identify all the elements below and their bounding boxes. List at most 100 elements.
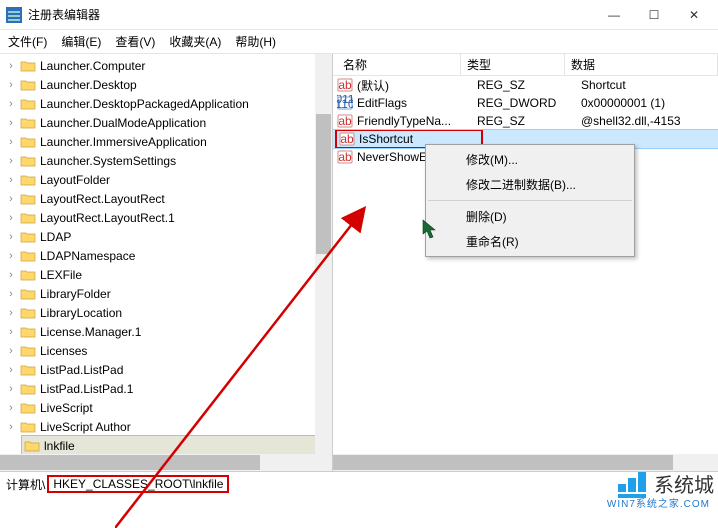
tree-item-label: Launcher.Computer (40, 59, 145, 73)
tree-item-label: LiveScript (40, 401, 93, 415)
tree-horizontal-scrollbar[interactable] (0, 454, 332, 471)
tree-item-label: Licenses (40, 344, 87, 358)
context-menu-delete[interactable]: 删除(D) (426, 204, 634, 229)
tree-item[interactable]: ›Launcher.DesktopPackagedApplication (0, 94, 332, 113)
tree-item[interactable]: › LiveScript (0, 398, 332, 417)
tree-item[interactable]: ›LayoutRect.LayoutRect (0, 189, 332, 208)
tree-item-label: Launcher.ImmersiveApplication (40, 135, 207, 149)
expand-icon[interactable]: › (4, 155, 18, 167)
value-name: EditFlags (357, 96, 477, 110)
expand-icon[interactable]: › (4, 307, 18, 319)
tree-item[interactable]: ›LDAP (0, 227, 332, 246)
tree-item-selected[interactable]: lnkfile (22, 436, 332, 455)
expand-icon[interactable]: › (4, 345, 18, 357)
context-menu-modify[interactable]: 修改(M)... (426, 147, 634, 172)
tree-item-label: LDAPNamespace (40, 249, 135, 263)
expand-icon[interactable]: › (4, 231, 18, 243)
menu-file[interactable]: 文件(F) (8, 33, 47, 50)
tree-item[interactable]: › LDAPNamespace (0, 246, 332, 265)
expand-icon[interactable]: › (4, 250, 18, 262)
value-row[interactable]: 011110 EditFlagsREG_DWORD0x00000001 (1) (333, 94, 718, 112)
folder-icon (20, 192, 36, 206)
folder-icon (20, 420, 36, 434)
tree-item[interactable]: › Launcher.ImmersiveApplication (0, 132, 332, 151)
tree-item-label: lnkfile (44, 439, 75, 453)
value-row[interactable]: abFriendlyTypeNa...REG_SZ@shell32.dll,-4… (333, 112, 718, 130)
maximize-button[interactable]: ☐ (634, 1, 674, 29)
tree-item[interactable]: › Launcher.Desktop (0, 75, 332, 94)
column-headers[interactable]: 名称 类型 数据 (333, 54, 718, 76)
context-menu-rename[interactable]: 重命名(R) (426, 229, 634, 254)
tree-item[interactable]: › LibraryFolder (0, 284, 332, 303)
value-type: REG_DWORD (477, 96, 581, 110)
tree-item[interactable]: › Launcher.Computer (0, 56, 332, 75)
string-value-icon: ab (337, 113, 353, 129)
tree-item-label: LibraryLocation (40, 306, 122, 320)
tree-item-label: LiveScript Author (40, 420, 131, 434)
expand-icon[interactable]: › (4, 383, 18, 395)
close-button[interactable]: ✕ (674, 1, 714, 29)
string-value-icon: ab (337, 149, 353, 165)
menu-help[interactable]: 帮助(H) (235, 33, 276, 50)
tree-item-label: Launcher.DualModeApplication (40, 116, 206, 130)
column-type[interactable]: 类型 (461, 54, 565, 75)
tree-item[interactable]: › ListPad.ListPad.1 (0, 379, 332, 398)
tree-item[interactable]: ›License.Manager.1 (0, 322, 332, 341)
status-bar: 计算机\ HKEY_CLASSES_ROOT\lnkfile (0, 472, 718, 496)
menu-view[interactable]: 查看(V) (115, 33, 155, 50)
tree-item-label: ListPad.ListPad.1 (40, 382, 133, 396)
expand-icon[interactable]: › (4, 288, 18, 300)
folder-icon (20, 268, 36, 282)
folder-icon (20, 325, 36, 339)
svg-text:110: 110 (337, 97, 353, 111)
expand-icon[interactable]: › (4, 98, 18, 110)
tree-item[interactable]: ›LayoutRect.LayoutRect.1 (0, 208, 332, 227)
value-type: REG_SZ (477, 114, 581, 128)
expand-icon[interactable]: › (4, 79, 18, 91)
minimize-button[interactable]: — (594, 1, 634, 29)
expand-icon[interactable]: › (4, 174, 18, 186)
folder-icon (20, 78, 36, 92)
value-row[interactable]: ab(默认)REG_SZShortcut (333, 76, 718, 94)
context-menu-modify-binary[interactable]: 修改二进制数据(B)... (426, 172, 634, 197)
menu-edit[interactable]: 编辑(E) (61, 33, 101, 50)
folder-icon (20, 401, 36, 415)
context-menu-separator (428, 200, 632, 201)
column-data[interactable]: 数据 (565, 54, 718, 75)
expand-icon[interactable]: › (4, 193, 18, 205)
folder-icon (20, 363, 36, 377)
value-name: (默认) (357, 77, 477, 94)
tree-item[interactable]: › Launcher.DualModeApplication (0, 113, 332, 132)
tree-item[interactable]: › LiveScript Author (0, 417, 332, 436)
expand-icon[interactable]: › (4, 117, 18, 129)
tree-vertical-scrollbar[interactable] (315, 54, 332, 454)
string-value-icon: ab (337, 77, 353, 93)
svg-text:ab: ab (338, 78, 352, 92)
expand-icon[interactable]: › (4, 136, 18, 148)
expand-icon[interactable]: › (4, 421, 18, 433)
expand-icon[interactable]: › (4, 326, 18, 338)
menu-favorites[interactable]: 收藏夹(A) (169, 33, 221, 50)
column-name[interactable]: 名称 (337, 54, 461, 75)
tree-item[interactable]: › LayoutFolder (0, 170, 332, 189)
expand-icon[interactable]: › (4, 402, 18, 414)
content-area: ›Launcher.Computer›Launcher.Desktop›Laun… (0, 54, 718, 472)
tree-item[interactable]: › LibraryLocation (0, 303, 332, 322)
expand-icon[interactable]: › (4, 269, 18, 281)
registry-tree[interactable]: ›Launcher.Computer›Launcher.Desktop›Laun… (0, 54, 333, 471)
tree-item-label: Launcher.Desktop (40, 78, 137, 92)
tree-item[interactable]: ›Launcher.SystemSettings (0, 151, 332, 170)
folder-icon (20, 287, 36, 301)
tree-item[interactable]: › Licenses (0, 341, 332, 360)
expand-icon[interactable]: › (4, 60, 18, 72)
tree-item-label: LayoutFolder (40, 173, 110, 187)
folder-icon (20, 382, 36, 396)
expand-icon[interactable]: › (4, 212, 18, 224)
expand-icon[interactable]: › (4, 364, 18, 376)
binary-value-icon: 011110 (337, 95, 353, 111)
value-data: 0x00000001 (1) (581, 96, 665, 110)
title-bar: 注册表编辑器 — ☐ ✕ (0, 0, 718, 30)
tree-item[interactable]: ›ListPad.ListPad (0, 360, 332, 379)
tree-item-label: LibraryFolder (40, 287, 111, 301)
tree-item[interactable]: ›LEXFile (0, 265, 332, 284)
